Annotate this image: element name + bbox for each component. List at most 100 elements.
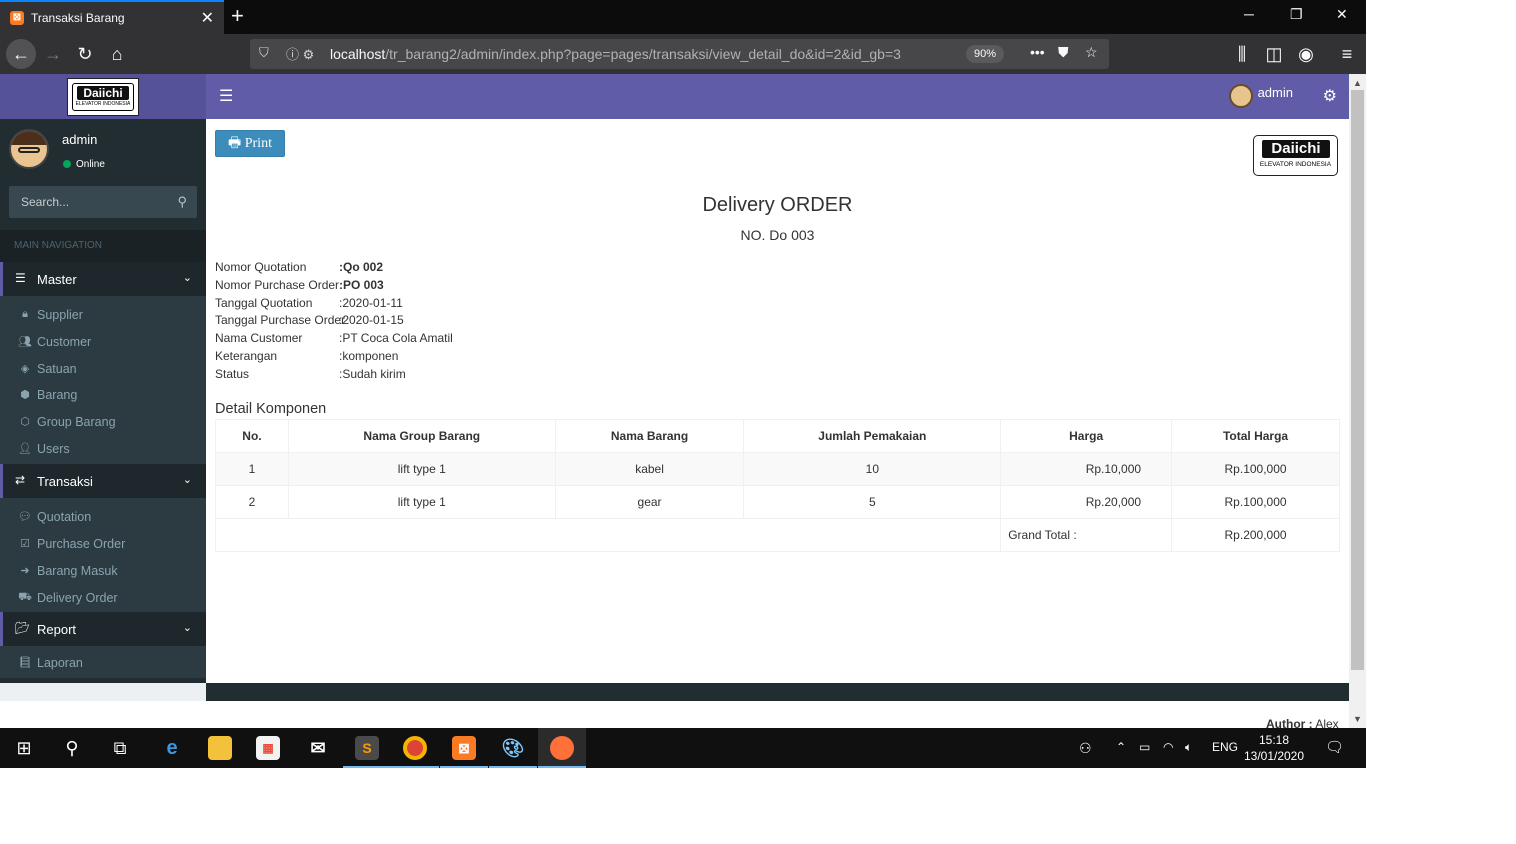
exchange-icon: ⇄ bbox=[15, 473, 26, 487]
chevron-up-icon[interactable]: ⌃ bbox=[1116, 740, 1126, 754]
menu-transaksi[interactable]: ⇄ Transaksi ⌄ bbox=[0, 464, 206, 498]
sidebar-toggle-hamburger-icon[interactable]: ☰ bbox=[219, 86, 233, 106]
search-input[interactable] bbox=[9, 186, 169, 218]
info-label: Nomor Purchase Order bbox=[215, 278, 340, 292]
table-cell-empty bbox=[214, 518, 1002, 552]
restore-icon[interactable]: ❐ bbox=[1290, 6, 1303, 23]
menu-report[interactable]: 📂︎ Report ⌄ bbox=[0, 612, 206, 646]
sidebar-search: ⚲ bbox=[9, 186, 197, 218]
sublime-app[interactable]: S bbox=[343, 728, 391, 768]
firefox-icon bbox=[550, 736, 574, 760]
table-cell: Rp.100,000 bbox=[1171, 485, 1340, 519]
sidebar-item-purchase-order[interactable]: ☑ Purchase Order bbox=[0, 530, 206, 557]
print-label: Print bbox=[244, 136, 272, 151]
chrome-app[interactable] bbox=[391, 728, 439, 768]
chevron-down-icon: ⌄ bbox=[182, 272, 192, 284]
menu-report-label: Report bbox=[37, 622, 77, 637]
account-icon[interactable]: ◉ bbox=[1294, 42, 1318, 66]
info-value: :PT Coca Cola Amatil bbox=[339, 331, 453, 345]
table-cell: lift type 1 bbox=[287, 485, 556, 519]
bookmark-star-icon[interactable]: ☆ bbox=[1085, 44, 1098, 61]
grand-total-row: Grand Total : Rp.200,000 bbox=[214, 518, 1340, 552]
logo-area[interactable]: Daiichi ELEVATOR INDONESIA bbox=[0, 74, 206, 119]
url-bar[interactable]: ⛉ ⓘ ⚙ localhost/tr_barang2/admin/index.p… bbox=[250, 39, 1109, 69]
scroll-up-icon[interactable]: ▲ bbox=[1353, 78, 1362, 88]
sidebar-item-label: Users bbox=[37, 442, 70, 456]
more-actions-icon[interactable]: ••• bbox=[1030, 44, 1045, 60]
zoom-level[interactable]: 90% bbox=[966, 45, 1004, 63]
search-icon[interactable]: ⚲ bbox=[177, 194, 187, 210]
avatar-glasses bbox=[18, 147, 40, 153]
close-tab-icon[interactable]: ✕ bbox=[201, 8, 214, 28]
chevron-down-icon: ⌄ bbox=[182, 474, 192, 486]
sidebar-item-satuan[interactable]: ◈ Satuan bbox=[0, 355, 206, 382]
minimize-icon[interactable]: ─ bbox=[1244, 6, 1254, 22]
people-icon[interactable]: ⚇ bbox=[1079, 740, 1092, 757]
firefox-app[interactable] bbox=[538, 728, 586, 768]
library-icon[interactable]: ⫼ bbox=[1230, 42, 1254, 66]
site-info-icon[interactable]: ⓘ ⚙ bbox=[286, 44, 314, 63]
browser-tab[interactable]: ⊠ Transaksi Barang ✕ bbox=[0, 0, 224, 34]
header-avatar[interactable] bbox=[1229, 84, 1253, 108]
info-label: Keterangan bbox=[215, 349, 278, 363]
mail-app[interactable]: ✉ bbox=[294, 728, 342, 768]
sidebar-item-customer[interactable]: 👥︎ Customer bbox=[0, 328, 206, 355]
url-text[interactable]: localhost/tr_barang2/admin/index.php?pag… bbox=[330, 46, 901, 62]
lock-icon: 🔒︎ bbox=[22, 308, 28, 320]
sidebar-item-label: Purchase Order bbox=[37, 537, 126, 551]
gears-icon[interactable]: ⚙ bbox=[1323, 86, 1337, 106]
sidebar-user-name: admin bbox=[62, 132, 98, 147]
xampp-app[interactable]: ⊠ bbox=[440, 728, 488, 768]
header-user-name[interactable]: admin bbox=[1258, 85, 1293, 100]
sidebar-item-barang-masuk[interactable]: ➜ Barang Masuk bbox=[0, 557, 206, 584]
sidebar-toggle-icon[interactable]: ◫ bbox=[1262, 42, 1286, 66]
column-header: Harga bbox=[1000, 419, 1173, 453]
scroll-down-icon[interactable]: ▼ bbox=[1353, 714, 1362, 724]
sidebar-item-users[interactable]: 👤︎ Users bbox=[0, 435, 206, 462]
task-view-icon[interactable]: ⧉ bbox=[108, 736, 132, 760]
user-status[interactable]: Online bbox=[63, 159, 105, 170]
language-indicator[interactable]: ENG bbox=[1212, 740, 1238, 754]
reload-icon[interactable]: ↻ bbox=[73, 42, 97, 66]
wifi-icon[interactable]: ◠ bbox=[1163, 740, 1173, 754]
running-indicator bbox=[343, 766, 391, 768]
print-button[interactable]: 🖶︎ Print bbox=[215, 130, 285, 157]
sidebar-item-delivery-order[interactable]: ⛟ Delivery Order bbox=[0, 584, 206, 611]
online-dot-icon bbox=[63, 160, 71, 168]
forward-icon[interactable]: → bbox=[41, 42, 65, 66]
author-name: Alex bbox=[1315, 717, 1339, 728]
column-header: Nama Barang bbox=[554, 419, 745, 453]
sidebar-item-group-barang[interactable]: ⬡ Group Barang bbox=[0, 408, 206, 435]
clock[interactable]: 15:18 13/01/2020 bbox=[1240, 732, 1308, 764]
volume-icon[interactable]: 🔈︎ bbox=[1185, 740, 1192, 755]
notification-icon[interactable]: 🗨︎ bbox=[1325, 738, 1344, 756]
avatar bbox=[9, 129, 49, 169]
home-icon[interactable]: ⌂ bbox=[105, 42, 129, 66]
sidebar-item-quotation[interactable]: 💬︎ Quotation bbox=[0, 503, 206, 530]
sidebar-item-barang[interactable]: ⬢ Barang bbox=[0, 381, 206, 408]
clock-date: 13/01/2020 bbox=[1243, 749, 1305, 763]
document-title: Delivery ORDER bbox=[702, 194, 853, 216]
scroll-thumb[interactable] bbox=[1351, 90, 1364, 670]
battery-icon[interactable]: ▭ bbox=[1139, 740, 1150, 754]
table-cell: 1 bbox=[215, 452, 289, 486]
tracking-shield-icon[interactable]: ⛉ bbox=[259, 45, 269, 61]
page-scrollbar[interactable]: ▲ ▼ bbox=[1349, 74, 1366, 728]
new-tab-icon[interactable]: + bbox=[231, 3, 244, 29]
edge-app[interactable]: e bbox=[148, 728, 196, 768]
menu-icon[interactable]: ≡ bbox=[1335, 42, 1359, 66]
folder-open-icon: 📂︎ bbox=[15, 621, 31, 635]
pocket-icon[interactable]: ⛊ bbox=[1058, 44, 1069, 61]
url-path: /tr_barang2/admin/index.php?page=pages/t… bbox=[385, 46, 901, 62]
search-icon[interactable]: ⚲ bbox=[60, 736, 84, 760]
store-app[interactable]: ▦ bbox=[244, 728, 292, 768]
close-window-icon[interactable]: ✕ bbox=[1336, 6, 1348, 23]
menu-master[interactable]: ☰ Master ⌄ bbox=[0, 262, 206, 296]
sidebar-item-label: Group Barang bbox=[37, 415, 116, 429]
sidebar-item-laporan[interactable]: 📘︎ Laporan bbox=[0, 649, 206, 676]
sidebar-item-supplier[interactable]: 🔒︎ Supplier bbox=[0, 301, 206, 328]
windows-start-icon[interactable]: ⊞ bbox=[12, 736, 36, 760]
explorer-app[interactable] bbox=[196, 728, 244, 768]
paint-app[interactable]: 🎨︎ bbox=[489, 728, 537, 768]
back-icon[interactable]: ← bbox=[6, 39, 36, 69]
